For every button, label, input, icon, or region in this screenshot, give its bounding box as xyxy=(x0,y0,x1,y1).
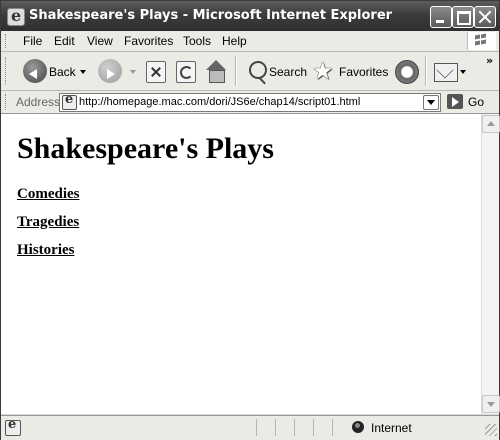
mail-button[interactable] xyxy=(432,56,468,86)
back-arrow-icon xyxy=(23,59,47,83)
minimize-icon[interactable] xyxy=(430,6,452,28)
windows-logo-icon xyxy=(467,32,496,50)
mail-icon xyxy=(434,63,458,82)
search-button[interactable]: Search xyxy=(243,56,308,86)
favorites-label: Favorites xyxy=(339,65,389,79)
toolbar-separator xyxy=(235,56,237,86)
menu-grip[interactable] xyxy=(5,34,9,48)
favorites-button[interactable]: ★ Favorites xyxy=(311,56,389,86)
scroll-up-icon[interactable] xyxy=(482,115,500,133)
status-pane xyxy=(332,419,351,436)
address-dropdown-icon[interactable] xyxy=(423,95,439,110)
maximize-icon[interactable] xyxy=(452,6,474,28)
favorites-star-icon: ★ xyxy=(312,57,334,85)
page-favicon-icon xyxy=(62,92,77,110)
status-pane xyxy=(294,419,313,436)
forward-button[interactable] xyxy=(96,56,138,86)
address-input[interactable]: http://homepage.mac.com/dori/JS6e/chap14… xyxy=(59,92,441,112)
page-content: Shakespeare's Plays Comedies Tragedies H… xyxy=(1,114,481,414)
status-pane xyxy=(313,419,332,436)
menu-bar: File Edit View Favorites Tools Help xyxy=(1,31,499,52)
ie-page-icon[interactable] xyxy=(7,6,25,26)
address-label: Address xyxy=(16,95,61,109)
status-pane xyxy=(256,419,275,436)
home-button[interactable] xyxy=(204,56,228,86)
refresh-icon xyxy=(176,61,196,83)
security-zone-label: Internet xyxy=(371,421,412,435)
page-heading: Shakespeare's Plays xyxy=(17,132,274,165)
history-button[interactable] xyxy=(394,56,420,86)
link-histories[interactable]: Histories xyxy=(17,242,75,259)
menu-tools[interactable]: Tools xyxy=(183,34,211,48)
history-icon xyxy=(395,60,419,84)
address-bar: Address http://homepage.mac.com/dori/JS6… xyxy=(1,91,499,114)
globe-icon xyxy=(352,421,364,433)
menu-favorites[interactable]: Favorites xyxy=(124,34,173,48)
status-pane xyxy=(275,419,294,436)
search-icon xyxy=(249,61,267,79)
forward-arrow-icon xyxy=(98,59,122,83)
menu-file[interactable]: File xyxy=(23,34,42,48)
search-label: Search xyxy=(269,65,308,79)
back-dropdown-icon[interactable] xyxy=(80,70,86,74)
vertical-scrollbar[interactable] xyxy=(481,114,500,414)
link-tragedies[interactable]: Tragedies xyxy=(17,214,79,231)
address-grip[interactable] xyxy=(5,94,9,110)
menu-view[interactable]: View xyxy=(87,34,113,48)
scroll-down-icon[interactable] xyxy=(482,395,500,413)
menu-help[interactable]: Help xyxy=(222,34,247,48)
resize-grip[interactable] xyxy=(485,424,497,436)
back-label: Back xyxy=(49,65,76,79)
stop-icon xyxy=(146,61,166,83)
menu-edit[interactable]: Edit xyxy=(54,34,75,48)
go-arrow-icon[interactable] xyxy=(447,94,463,109)
forward-dropdown-icon[interactable] xyxy=(130,70,136,74)
window-title: Shakespeare's Plays - Microsoft Internet… xyxy=(29,8,393,23)
refresh-button[interactable] xyxy=(175,56,197,86)
mail-dropdown-icon[interactable] xyxy=(460,70,466,74)
back-button[interactable]: Back xyxy=(21,56,93,86)
browser-window: Shakespeare's Plays - Microsoft Internet… xyxy=(0,0,500,440)
home-icon xyxy=(205,60,227,83)
toolbar-separator-2 xyxy=(425,56,427,86)
address-url[interactable]: http://homepage.mac.com/dori/JS6e/chap14… xyxy=(79,96,360,108)
title-bar: Shakespeare's Plays - Microsoft Internet… xyxy=(1,1,499,31)
toolbar-overflow-chevron[interactable]: » xyxy=(486,54,493,67)
stop-button[interactable] xyxy=(145,56,167,86)
standard-toolbar: Back Search ★ Favorites » xyxy=(1,52,499,91)
status-bar: Internet xyxy=(1,415,499,440)
link-comedies[interactable]: Comedies xyxy=(17,186,80,203)
toolbar-grip[interactable] xyxy=(5,57,9,85)
close-icon[interactable] xyxy=(474,6,496,28)
go-button[interactable]: Go xyxy=(468,95,484,109)
status-page-icon xyxy=(5,417,21,436)
